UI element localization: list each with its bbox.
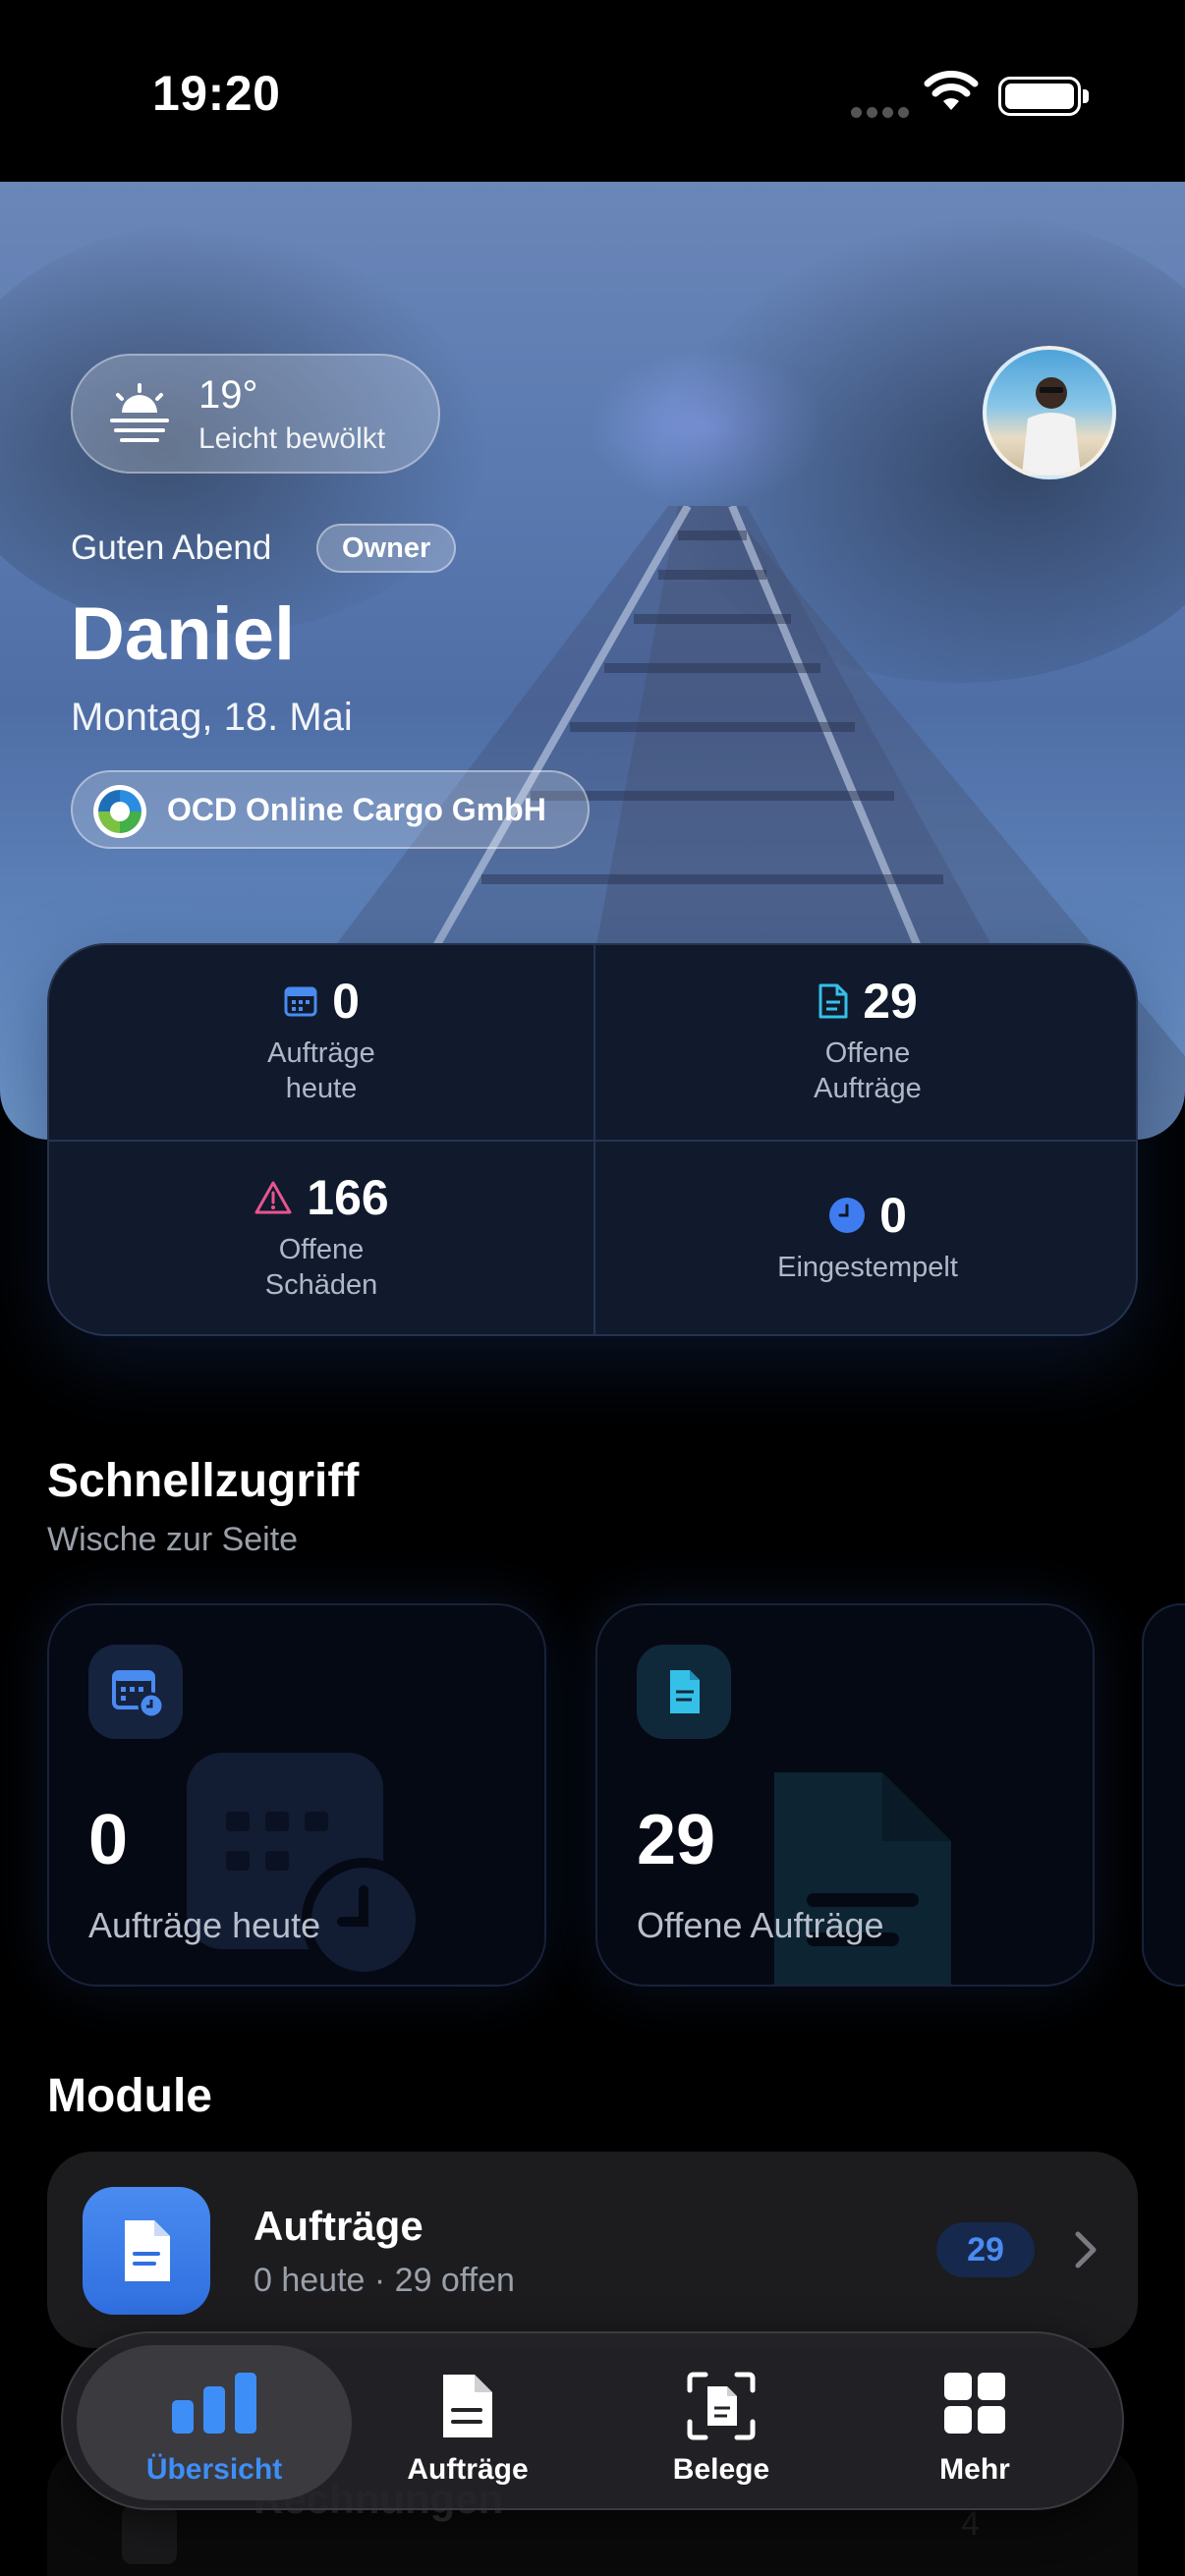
quick-card-orders-today[interactable]: 0 Aufträge heute <box>47 1603 546 1987</box>
module-badge: 29 <box>936 2222 1035 2277</box>
stat-label: Eingestempelt <box>777 1252 958 1283</box>
warning-icon <box>254 1181 292 1214</box>
company-logo-icon <box>93 785 146 838</box>
stat-value: 0 <box>332 974 360 1029</box>
modules-title: Module <box>47 2070 212 2122</box>
company-selector[interactable]: OCD Online Cargo GmbH <box>71 770 590 849</box>
calendar-clock-icon <box>187 1753 425 1982</box>
chart-bars-icon <box>172 2373 256 2434</box>
clock-icon <box>829 1198 866 1233</box>
stats-card: 0 Aufträge heute 29 Offene Aufträge 166 Of… <box>47 943 1138 1336</box>
tab-overview[interactable]: Übersicht <box>77 2345 352 2500</box>
stat-value: 29 <box>863 974 918 1029</box>
calendar-clock-icon <box>112 1670 165 1719</box>
weather-description: Leicht bewölkt <box>198 422 386 455</box>
stat-value: 0 <box>879 1188 907 1243</box>
quick-card-value: 0 <box>88 1801 129 1879</box>
document-icon-badge <box>637 1645 731 1739</box>
profile-photo <box>1022 377 1081 476</box>
role-badge: Owner <box>316 524 457 573</box>
status-bar: 19:20 <box>0 0 1185 182</box>
battery-icon <box>998 77 1089 116</box>
stat-open-orders[interactable]: 29 Offene Aufträge <box>595 973 1136 1106</box>
cellular-signal-icon <box>851 105 914 123</box>
tab-label: Belege <box>672 2453 770 2486</box>
module-icon <box>83 2187 210 2315</box>
tab-bar: Übersicht Aufträge Belege Mehr <box>61 2331 1124 2510</box>
quick-card-next-peek[interactable] <box>1142 1603 1185 1987</box>
tab-label: Aufträge <box>407 2453 529 2486</box>
quick-card-open-orders[interactable]: 29 Offene Aufträge <box>595 1603 1095 1987</box>
weather-temperature: 19° <box>198 373 258 417</box>
quick-access-title: Schnellzugriff <box>47 1455 360 1507</box>
wifi-icon <box>924 71 979 110</box>
divider <box>49 1140 1136 1142</box>
avatar[interactable] <box>983 346 1116 479</box>
company-name: OCD Online Cargo GmbH <box>167 792 546 827</box>
document-icon <box>818 983 848 1019</box>
stat-open-damages[interactable]: 166 Offene Schäden <box>49 1169 593 1303</box>
stat-label: Offene Aufträge <box>814 1037 922 1104</box>
module-badge: 4 <box>961 2505 980 2543</box>
sun-haze-icon <box>110 383 169 442</box>
stat-value: 166 <box>307 1170 389 1225</box>
scan-document-icon <box>687 2372 756 2440</box>
invoice-icon <box>122 2505 177 2564</box>
stat-clocked-in[interactable]: 0 Eingestempelt <box>595 1187 1136 1285</box>
quick-card-label: Offene Aufträge <box>637 1905 884 1945</box>
stat-label: Offene Schäden <box>264 1234 378 1301</box>
status-time: 19:20 <box>152 66 281 121</box>
module-subtitle: 0 heute · 29 offen <box>254 2262 515 2299</box>
module-title: Aufträge <box>254 2203 423 2249</box>
quick-card-label: Aufträge heute <box>88 1905 321 1945</box>
stat-orders-today[interactable]: 0 Aufträge heute <box>49 973 593 1106</box>
stat-label: Aufträge heute <box>267 1037 375 1104</box>
tab-more[interactable]: Mehr <box>837 2345 1112 2500</box>
chevron-right-icon <box>1075 2231 1097 2268</box>
tab-receipts[interactable]: Belege <box>584 2345 859 2500</box>
document-icon <box>774 1772 951 1985</box>
greeting-text: Guten Abend <box>71 529 272 567</box>
current-date: Montag, 18. Mai <box>71 696 353 739</box>
document-icon <box>670 1670 700 1713</box>
quick-card-value: 29 <box>637 1801 716 1879</box>
tab-label: Übersicht <box>145 2453 283 2486</box>
grid-icon <box>944 2373 1005 2434</box>
calendar-icon <box>284 986 317 1017</box>
user-name: Daniel <box>71 592 296 676</box>
weather-widget[interactable]: 19° Leicht bewölkt <box>71 354 440 474</box>
tab-orders[interactable]: Aufträge <box>330 2345 605 2500</box>
document-icon <box>125 2220 170 2281</box>
document-icon <box>443 2375 492 2437</box>
module-row-orders[interactable]: Aufträge 0 heute · 29 offen 29 <box>47 2152 1138 2348</box>
calendar-clock-icon-badge <box>88 1645 183 1739</box>
dynamic-island <box>411 0 774 147</box>
quick-access-subtitle: Wische zur Seite <box>47 1521 299 1558</box>
tab-label: Mehr <box>939 2453 1010 2486</box>
